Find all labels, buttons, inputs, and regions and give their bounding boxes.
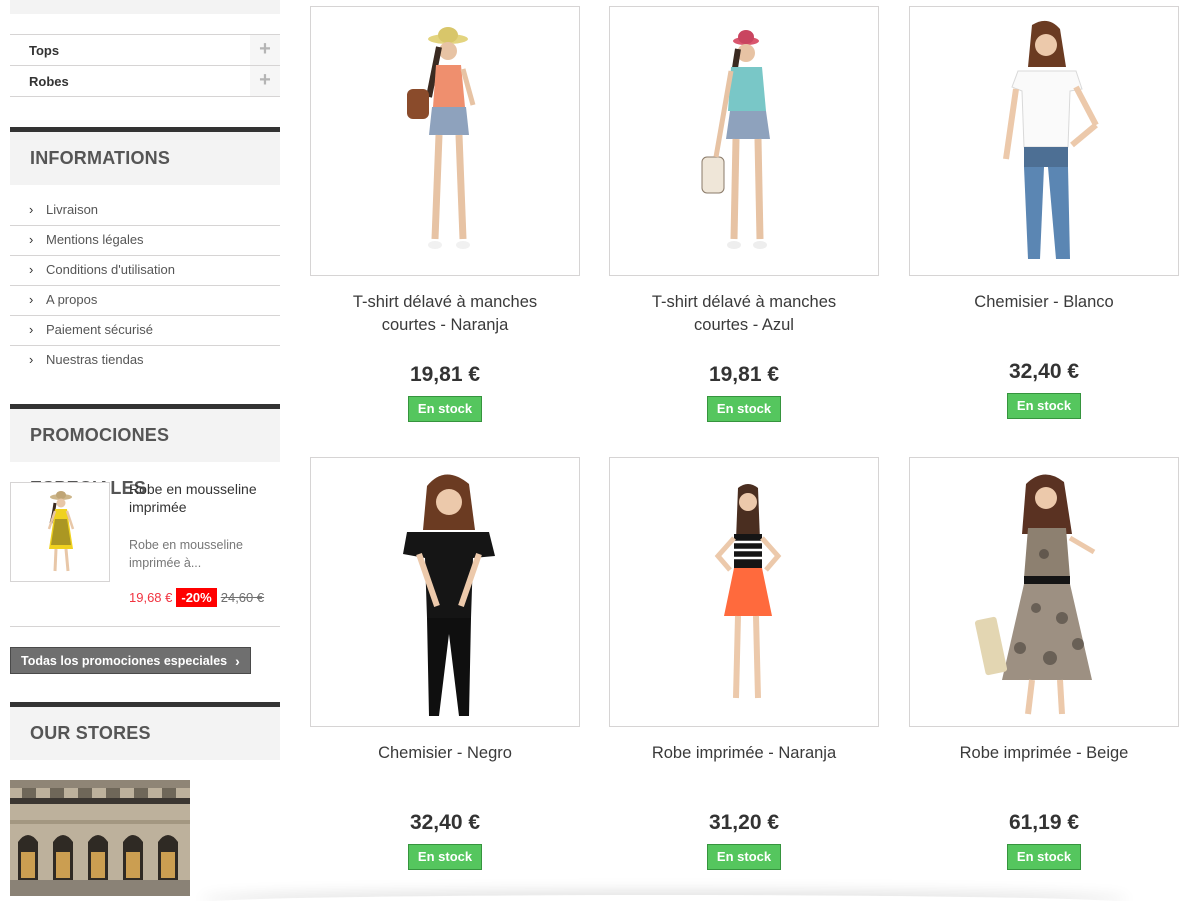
category-label[interactable]: Tops [29,43,59,58]
in-stock-badge: En stock [706,844,782,870]
product-card[interactable]: T-shirt délavé à manches courtes - Azul … [609,6,879,422]
product-name[interactable]: Robe imprimée - Naranja [609,742,879,794]
in-stock-badge: En stock [706,396,782,422]
all-specials-button[interactable]: Todas los promociones especiales › [10,647,251,674]
expand-plus-icon[interactable]: + [250,35,280,65]
in-stock-badge: En stock [407,844,483,870]
product-image[interactable] [609,457,879,727]
specials-title[interactable]: PROMOCIONES ESPECIALES [10,404,280,498]
product-card[interactable]: Chemisier - Blanco 32,40 € En stock [909,6,1179,419]
in-stock-badge: En stock [407,396,483,422]
bottom-shadow [200,895,1129,901]
in-stock-badge: En stock [1006,844,1082,870]
store-photo[interactable] [10,780,190,896]
product-price: 32,40 € [409,811,481,834]
expand-plus-icon[interactable]: + [250,66,280,96]
category-item-tops[interactable]: Tops + [10,35,280,66]
product-name[interactable]: Chemisier - Negro [310,742,580,794]
product-image[interactable] [909,6,1179,276]
old-price: 24,60 € [220,589,265,605]
informations-block: INFORMATIONS › Livraison › Mentions léga… [10,127,280,376]
product-price: 19,81 € [708,363,780,386]
info-link-paiement[interactable]: › Paiement sécurisé [10,316,280,346]
special-price: 19,68 € [129,589,173,605]
category-label[interactable]: Robes [29,74,69,89]
chevron-right-icon: › [235,652,240,669]
product-price: 61,19 € [1008,811,1080,834]
product-name[interactable]: T-shirt délavé à manches courtes - Naran… [310,291,580,355]
special-product-image[interactable] [10,482,110,582]
special-product-name[interactable]: Robe en mousseline imprimée [129,480,279,516]
info-link-label[interactable]: Mentions légales [46,232,144,247]
info-link-label[interactable]: A propos [46,292,97,307]
stores-title[interactable]: OUR STORES [10,702,280,760]
product-image[interactable] [310,457,580,727]
info-link-conditions[interactable]: › Conditions d'utilisation [10,256,280,286]
product-price: 31,20 € [708,811,780,834]
all-specials-label: Todas los promociones especiales [21,653,228,668]
stores-block: OUR STORES [10,702,280,896]
info-link-tiendas[interactable]: › Nuestras tiendas [10,346,280,376]
chevron-right-icon: › [29,292,34,307]
chevron-right-icon: › [29,232,34,247]
product-price: 32,40 € [1008,360,1080,383]
product-card[interactable]: Robe imprimée - Naranja 31,20 € En stock [609,457,879,870]
product-card[interactable]: T-shirt délavé à manches courtes - Naran… [310,6,580,422]
chevron-right-icon: › [29,202,34,217]
product-image[interactable] [609,6,879,276]
special-product-prices: 19,68 € -20% 24,60 € [129,586,264,608]
product-name[interactable]: Chemisier - Blanco [909,291,1179,343]
info-link-apropos[interactable]: › A propos [10,286,280,316]
special-product: Robe en mousseline imprimée Robe en mous… [10,462,280,627]
product-image[interactable] [310,6,580,276]
chevron-right-icon: › [29,322,34,337]
info-link-livraison[interactable]: › Livraison [10,196,280,226]
info-link-label[interactable]: Livraison [46,202,98,217]
product-card[interactable]: Chemisier - Negro 32,40 € En stock [310,457,580,870]
specials-block: PROMOCIONES ESPECIALES Robe en mousselin… [10,404,280,674]
product-price: 19,81 € [409,363,481,386]
category-tree: Tops + Robes + [10,34,280,97]
special-product-description: Robe en mousseline imprimée à... [129,538,243,570]
product-image[interactable] [909,457,1179,727]
product-name[interactable]: T-shirt délavé à manches courtes - Azul [609,291,879,355]
info-link-label[interactable]: Nuestras tiendas [46,352,144,367]
chevron-right-icon: › [29,352,34,367]
informations-list: › Livraison › Mentions légales › Conditi… [10,196,280,376]
sidebar-top-block [10,0,280,14]
product-card[interactable]: Robe imprimée - Beige 61,19 € En stock [909,457,1179,870]
info-link-label[interactable]: Paiement sécurisé [46,322,153,337]
info-link-label[interactable]: Conditions d'utilisation [46,262,175,277]
chevron-right-icon: › [29,262,34,277]
informations-title[interactable]: INFORMATIONS [10,127,280,185]
left-sidebar: Tops + Robes + INFORMATIONS › Livraison … [10,0,280,896]
product-name[interactable]: Robe imprimée - Beige [909,742,1179,794]
in-stock-badge: En stock [1006,393,1082,419]
category-item-robes[interactable]: Robes + [10,66,280,97]
discount-badge: -20% [176,587,217,607]
info-link-mentions[interactable]: › Mentions légales [10,226,280,256]
